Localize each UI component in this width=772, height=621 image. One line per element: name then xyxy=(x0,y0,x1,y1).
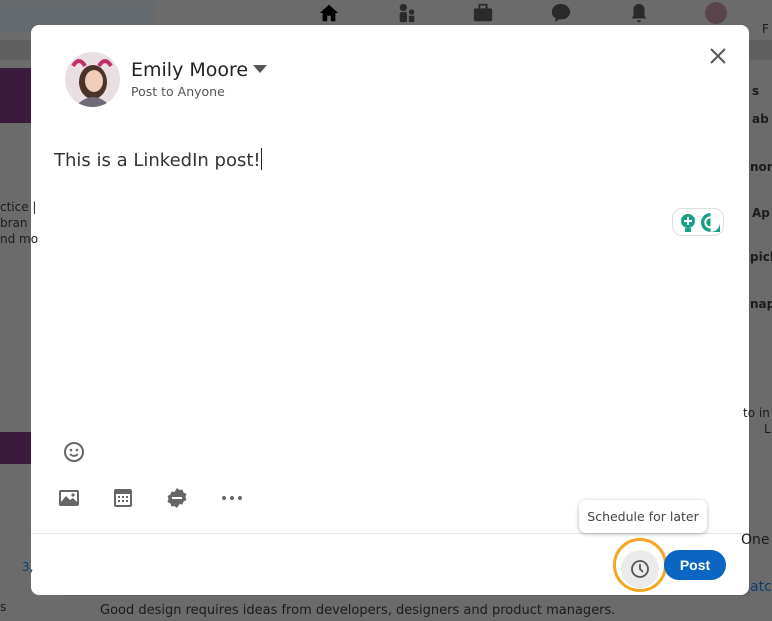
post-editor[interactable]: This is a LinkedIn post! xyxy=(54,148,262,171)
close-icon[interactable] xyxy=(707,45,729,67)
bg-text: ctice | xyxy=(0,200,37,214)
post-text: This is a LinkedIn post! xyxy=(54,150,261,171)
jobs-icon[interactable] xyxy=(472,2,494,24)
network-icon[interactable] xyxy=(396,2,418,24)
bg-text: L xyxy=(764,422,771,436)
bg-text: s xyxy=(0,600,7,614)
clock-icon xyxy=(631,560,649,578)
feed-post-text: Good design requires ideas from develope… xyxy=(100,603,616,618)
bg-text: Ap xyxy=(752,206,770,220)
me-avatar[interactable] xyxy=(705,2,727,24)
messaging-icon[interactable] xyxy=(550,2,572,24)
bg-text: bran xyxy=(0,216,28,230)
emoji-icon[interactable] xyxy=(62,440,86,464)
home-icon[interactable] xyxy=(318,2,340,24)
more-icon[interactable] xyxy=(220,486,244,510)
schedule-tooltip: Schedule for later xyxy=(579,500,707,533)
grammarly-icon[interactable] xyxy=(700,212,721,233)
celebrate-icon[interactable] xyxy=(165,486,189,510)
schedule-button[interactable] xyxy=(621,550,659,588)
bg-text: F xyxy=(762,22,769,36)
visibility-label[interactable]: Post to Anyone xyxy=(131,84,225,99)
bg-text: non xyxy=(750,160,772,174)
bg-text: ab xyxy=(752,112,769,126)
bg-text: to in xyxy=(743,406,770,420)
bg-text: 3, xyxy=(22,560,34,574)
notifications-icon[interactable] xyxy=(628,2,650,24)
bg-text: pick xyxy=(750,250,772,264)
bg-text: atch xyxy=(750,579,772,595)
text-cursor xyxy=(260,148,262,170)
bg-text: nap xyxy=(750,297,772,311)
post-button[interactable]: Post xyxy=(664,550,726,580)
lightbulb-icon[interactable] xyxy=(679,213,697,233)
avatar xyxy=(65,52,120,107)
user-name[interactable]: Emily Moore xyxy=(131,59,248,81)
grammarly-widget[interactable] xyxy=(672,208,724,236)
image-icon[interactable] xyxy=(57,486,81,510)
footer-divider xyxy=(31,533,749,534)
create-post-modal: Emily Moore Post to Anyone This is a Lin… xyxy=(31,25,749,595)
bg-text: nd mo xyxy=(0,232,39,246)
bg-text: s xyxy=(752,84,760,98)
bg-text: One xyxy=(741,532,770,548)
event-icon[interactable] xyxy=(111,486,135,510)
caret-down-icon[interactable] xyxy=(253,65,267,73)
